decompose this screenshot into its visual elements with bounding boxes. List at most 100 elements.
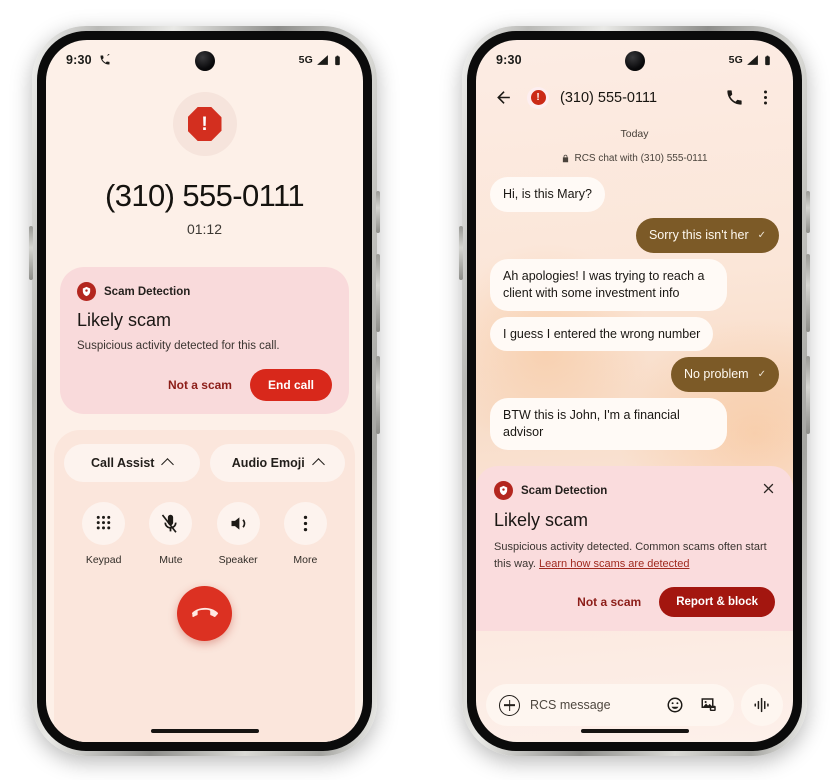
mic-off-icon: [149, 501, 193, 545]
octagon-alert-icon: !: [187, 107, 222, 141]
message-thread: Hi, is this Mary? Sorry this isn't her ✓…: [476, 164, 793, 677]
audio-emoji-button[interactable]: Audio Emoji: [209, 443, 345, 482]
call-assist-label: Call Assist: [91, 455, 155, 470]
scam-card-header-label: Scam Detection: [521, 484, 608, 497]
keypad-button[interactable]: Keypad: [82, 501, 126, 566]
signal-bars-icon: [317, 54, 328, 65]
chevron-up-icon: [311, 457, 325, 471]
front-camera-icon: [194, 51, 215, 71]
call-contact-button[interactable]: [722, 85, 747, 110]
delivery-status-icon: ✓: [757, 369, 766, 381]
message-bubble-outgoing: Sorry this isn't her ✓: [635, 217, 779, 253]
dual-phone-mockup: 9:30 5G ! (310) 555-0111 01:12 Scam Dete…: [0, 0, 840, 780]
report-and-block-button[interactable]: Report & block: [659, 587, 775, 617]
phone-device-chat: 9:30 5G ! (310) 555-0111 Today RCS chat …: [459, 26, 810, 756]
scam-card-actions: Not a scam Report & block: [494, 587, 775, 617]
scam-detection-card: Scam Detection Likely scam Suspicious ac…: [60, 267, 349, 414]
home-indicator[interactable]: [580, 729, 689, 733]
scam-card-actions: Not a scam End call: [77, 368, 332, 401]
front-camera-icon: [624, 51, 645, 71]
battery-icon: [765, 55, 770, 65]
message-bubble-incoming: Ah apologies! I was trying to reach a cl…: [490, 258, 727, 311]
scam-detection-card-chat: Scam Detection Likely scam Suspicious ac…: [476, 466, 793, 631]
composer-field[interactable]: RCS message: [486, 684, 734, 726]
message-bubble-incoming: Hi, is this Mary?: [490, 177, 605, 212]
scam-card-header-label: Scam Detection: [104, 285, 191, 298]
speaker-icon: [216, 501, 260, 545]
volume-up-button[interactable]: [376, 254, 380, 332]
not-a-scam-button[interactable]: Not a scam: [573, 589, 645, 615]
phone-icon: [727, 90, 742, 105]
speaker-button[interactable]: Speaker: [216, 501, 260, 566]
audio-emoji-label: Audio Emoji: [231, 455, 305, 470]
scam-card-title: Likely scam: [77, 310, 172, 330]
rcs-message-input[interactable]: RCS message: [530, 698, 653, 712]
message-text: Sorry this isn't her: [648, 227, 749, 242]
network-label: 5G: [298, 54, 313, 66]
alert-circle-icon: !: [527, 86, 549, 109]
learn-more-link[interactable]: Learn how scams are detected: [539, 558, 689, 570]
network-label: 5G: [728, 54, 743, 66]
message-bubble-incoming: I guess I entered the wrong number: [490, 316, 714, 352]
scam-card-header: Scam Detection: [494, 481, 775, 500]
more-button[interactable]: More: [283, 501, 327, 566]
phone-active-icon: [100, 54, 110, 65]
hang-up-icon: [191, 608, 218, 618]
gallery-button[interactable]: [697, 693, 721, 717]
not-a-scam-button[interactable]: Not a scam: [164, 372, 236, 398]
chat-screen: 9:30 5G ! (310) 555-0111 Today RCS chat …: [476, 40, 793, 742]
power-button[interactable]: [376, 191, 380, 233]
scam-card-title: Likely scam: [494, 510, 589, 530]
call-control-row: Keypad Mute Speaker More: [64, 501, 345, 566]
signal-bars-icon: [747, 54, 758, 65]
hang-up-button[interactable]: [177, 585, 232, 641]
assist-pill-row: Call Assist Audio Emoji: [64, 443, 345, 482]
phone-device-call: 9:30 5G ! (310) 555-0111 01:12 Scam Dete…: [29, 26, 380, 756]
volume-down-button[interactable]: [376, 356, 380, 434]
emoji-button[interactable]: [663, 693, 687, 717]
scam-card-body: Suspicious activity detected for this ca…: [77, 340, 280, 352]
volume-button-left[interactable]: [29, 226, 33, 280]
scam-alert-badge-wrap: !: [46, 92, 363, 156]
chevron-up-icon: [161, 457, 175, 471]
message-bubble-incoming: BTW this is John, I'm a financial adviso…: [490, 398, 727, 450]
status-time: 9:30: [66, 53, 92, 67]
battery-icon: [335, 55, 340, 65]
call-screen: 9:30 5G ! (310) 555-0111 01:12 Scam Dete…: [46, 40, 363, 742]
caller-number: (310) 555-0111: [105, 178, 305, 213]
back-button[interactable]: [491, 85, 516, 110]
scam-card-header: Scam Detection: [77, 282, 332, 301]
voice-message-button[interactable]: [741, 684, 783, 726]
mute-button[interactable]: Mute: [149, 501, 193, 566]
phone-bezel: 9:30 5G: [467, 31, 802, 751]
end-call-wrap: [64, 585, 345, 641]
more-vertical-icon: [763, 90, 768, 105]
chat-app-bar: ! (310) 555-0111: [476, 80, 793, 118]
call-duration: 01:12: [186, 221, 223, 237]
plus-icon[interactable]: [499, 694, 520, 716]
end-call-card-button[interactable]: End call: [249, 368, 332, 401]
close-scam-card-button[interactable]: [759, 479, 778, 501]
alert-circle-glyph: !: [530, 90, 546, 105]
keypad-icon: [82, 501, 126, 545]
day-divider: Today: [620, 128, 649, 140]
delivery-status-icon: ✓: [757, 229, 766, 241]
chat-overflow-button[interactable]: [753, 85, 778, 110]
more-label: More: [293, 553, 318, 566]
mute-label: Mute: [159, 553, 183, 566]
status-time: 9:30: [496, 53, 522, 67]
octagon-alert-glyph: !: [201, 113, 208, 135]
volume-button-left[interactable]: [459, 226, 463, 280]
call-assist-button[interactable]: Call Assist: [64, 443, 200, 482]
encryption-notice-text: RCS chat with (310) 555-0111: [574, 153, 708, 164]
emoji-icon: [667, 697, 683, 713]
power-button[interactable]: [806, 191, 810, 233]
volume-down-button[interactable]: [806, 356, 810, 434]
message-bubble-outgoing: No problem ✓: [670, 357, 779, 393]
home-indicator[interactable]: [150, 729, 259, 733]
volume-up-button[interactable]: [806, 254, 810, 332]
chat-meta: Today RCS chat with (310) 555-0111: [476, 128, 793, 164]
scam-card-body: Suspicious activity detected. Common sca…: [494, 539, 775, 572]
lock-icon: [563, 154, 569, 163]
call-controls-panel: Call Assist Audio Emoji Keypad Mute Spea…: [54, 429, 355, 742]
